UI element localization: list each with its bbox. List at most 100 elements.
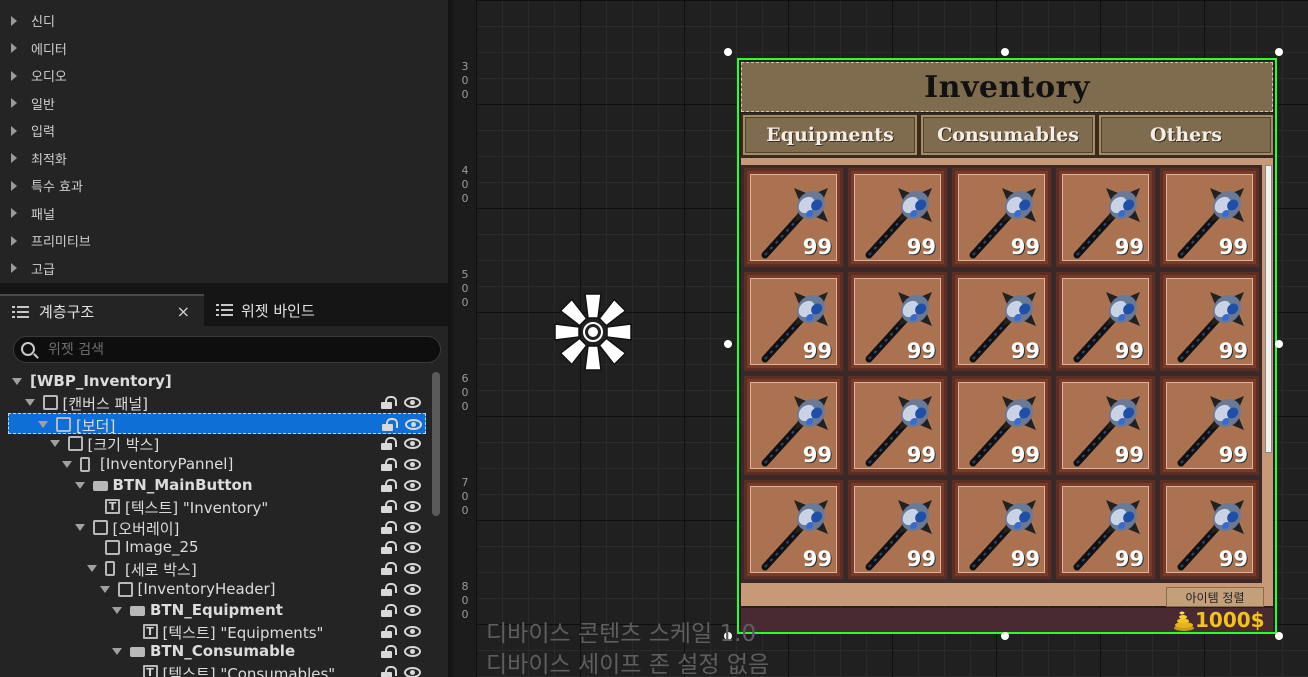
tab-widget-bind[interactable]: 위젯 바인드 — [208, 294, 448, 326]
tree-item[interactable]: [WBP_Inventory] — [0, 371, 426, 392]
palette-category[interactable]: 일반 — [0, 90, 448, 117]
eye-icon[interactable] — [404, 563, 421, 575]
palette-category[interactable]: 오디오 — [0, 62, 448, 89]
scrollbar-thumb[interactable] — [1265, 165, 1272, 453]
chevron-down-icon[interactable] — [24, 398, 35, 406]
chevron-down-icon[interactable] — [99, 586, 110, 593]
tree-item[interactable]: [InventoryPannel] — [0, 454, 426, 475]
sort-items-button[interactable]: 아이템 정렬 — [1166, 587, 1264, 607]
tree-item[interactable]: [세로 박스] — [0, 558, 426, 579]
tree-item[interactable]: Image_25 — [0, 537, 426, 558]
inventory-slot[interactable]: 99 — [848, 376, 947, 475]
inventory-slot[interactable]: 99 — [744, 376, 843, 475]
lock-icon[interactable] — [381, 520, 397, 534]
eye-icon[interactable] — [404, 480, 421, 491]
search-input[interactable] — [48, 340, 428, 360]
inventory-slot[interactable]: 99 — [744, 272, 843, 371]
palette-category[interactable]: 특수 효과 — [0, 172, 448, 199]
resize-handle-top-right[interactable] — [1275, 48, 1283, 56]
tree-item[interactable]: T [텍스트] "Inventory" — [0, 496, 426, 517]
eye-icon[interactable] — [405, 418, 422, 430]
resize-handle-bottom[interactable] — [1001, 632, 1009, 640]
resize-handle-bottom-right[interactable] — [1275, 632, 1283, 640]
inventory-slot[interactable]: 99 — [952, 272, 1051, 371]
lock-icon[interactable] — [381, 541, 397, 555]
palette-category[interactable]: 신디 — [0, 7, 448, 34]
tree-item[interactable]: BTN_Equipment — [0, 600, 426, 621]
eye-icon[interactable] — [404, 521, 421, 533]
inventory-slot[interactable]: 99 — [1056, 168, 1155, 267]
eye-icon[interactable] — [404, 459, 421, 471]
inventory-tab[interactable]: Consumables — [921, 115, 1095, 155]
palette-category[interactable]: 입력 — [0, 117, 448, 144]
lock-icon[interactable] — [381, 624, 397, 638]
chevron-down-icon[interactable] — [74, 523, 85, 531]
resize-handle-right[interactable] — [1275, 340, 1283, 348]
tree-item[interactable]: [크기 박스] — [0, 433, 426, 454]
lock-icon[interactable] — [381, 603, 397, 617]
hierarchy-scrollbar[interactable] — [432, 372, 440, 516]
lock-icon[interactable] — [381, 395, 397, 409]
lock-icon[interactable] — [381, 645, 397, 659]
tree-item[interactable]: [캔버스 패널] — [0, 392, 426, 413]
close-icon[interactable]: × — [177, 302, 190, 321]
eye-icon[interactable] — [404, 667, 421, 677]
inventory-tab[interactable]: Others — [1099, 115, 1273, 155]
eye-icon[interactable] — [404, 646, 421, 658]
tree-item[interactable]: T [텍스트] "Consumables" — [0, 662, 426, 677]
inventory-slot[interactable]: 99 — [744, 480, 843, 579]
lock-icon[interactable] — [381, 562, 397, 576]
chevron-down-icon[interactable] — [62, 461, 72, 469]
inventory-slot[interactable]: 99 — [1160, 168, 1259, 267]
palette-category[interactable]: 고급 — [0, 255, 448, 282]
search-box[interactable] — [13, 336, 441, 363]
resize-handle-top-left[interactable] — [724, 48, 732, 56]
inventory-slot[interactable]: 99 — [1160, 376, 1259, 475]
lock-icon[interactable] — [381, 666, 397, 677]
eye-icon[interactable] — [404, 500, 421, 512]
tree-item[interactable]: BTN_MainButton — [0, 475, 426, 496]
inventory-widget[interactable]: Inventory Equipments Consumables Others 99… — [737, 58, 1277, 634]
palette-category[interactable]: 최적화 — [0, 145, 448, 172]
lock-icon[interactable] — [381, 499, 397, 513]
lock-icon[interactable] — [382, 417, 398, 431]
inventory-slot[interactable]: 99 — [952, 480, 1051, 579]
item-grid-scrollbar[interactable] — [1264, 165, 1273, 583]
inventory-slot[interactable]: 99 — [952, 168, 1051, 267]
chevron-down-icon[interactable] — [112, 648, 122, 656]
chevron-down-icon[interactable] — [38, 420, 48, 428]
designer-canvas[interactable]: 3 0 0 4 0 0 5 0 0 6 0 0 7 0 0 8 0 0 Inventory… — [455, 0, 1308, 677]
inventory-slot[interactable]: 99 — [848, 168, 947, 267]
inventory-slot[interactable]: 99 — [952, 376, 1051, 475]
eye-icon[interactable] — [404, 438, 421, 450]
inventory-slot[interactable]: 99 — [848, 480, 947, 579]
tree-item[interactable]: [오버레이] — [0, 517, 426, 538]
inventory-header[interactable]: Inventory — [741, 62, 1273, 112]
palette-category[interactable]: 프리미티브 — [0, 227, 448, 254]
chevron-down-icon[interactable] — [12, 378, 22, 385]
tree-item[interactable]: [보더] — [8, 412, 426, 435]
lock-icon[interactable] — [381, 437, 397, 451]
chevron-down-icon[interactable] — [112, 606, 122, 614]
tree-item[interactable]: T [텍스트] "Equipments" — [0, 621, 426, 642]
inventory-slot[interactable]: 99 — [1056, 376, 1155, 475]
lock-icon[interactable] — [381, 583, 397, 596]
eye-icon[interactable] — [404, 584, 421, 595]
resize-handle-left[interactable] — [724, 340, 732, 348]
eye-icon[interactable] — [404, 625, 421, 637]
inventory-slot[interactable]: 99 — [1160, 272, 1259, 371]
lock-icon[interactable] — [381, 458, 397, 472]
tree-item[interactable]: [InventoryHeader] — [0, 579, 426, 600]
inventory-slot[interactable]: 99 — [744, 168, 843, 267]
palette-category[interactable]: 에디터 — [0, 35, 448, 62]
chevron-down-icon[interactable] — [74, 482, 85, 489]
tree-item[interactable]: BTN_Consumable — [0, 641, 426, 662]
lock-icon[interactable] — [381, 479, 397, 492]
chevron-down-icon[interactable] — [87, 565, 97, 573]
inventory-slot[interactable]: 99 — [1056, 480, 1155, 579]
inventory-slot[interactable]: 99 — [848, 272, 947, 371]
resize-handle-top[interactable] — [1001, 48, 1009, 56]
inventory-tab[interactable]: Equipments — [743, 115, 917, 155]
tab-hierarchy[interactable]: 계층구조 × — [0, 294, 204, 326]
inventory-slot[interactable]: 99 — [1056, 272, 1155, 371]
